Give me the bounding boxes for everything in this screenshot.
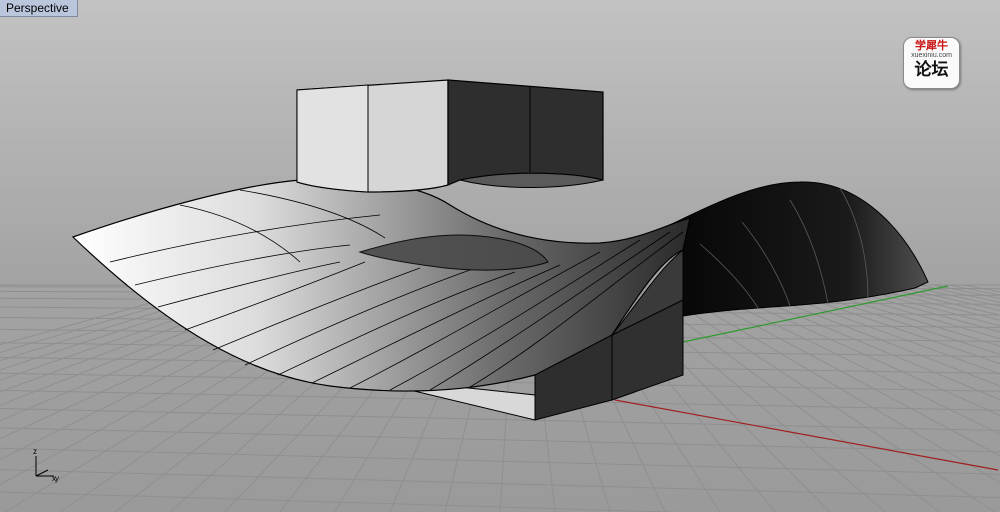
axis-z-label: z — [33, 447, 37, 456]
model-scene[interactable] — [0, 0, 1000, 512]
axis-y-label: y — [55, 474, 59, 483]
watermark-logo: 学犀牛 xuexiniu.com 论坛 — [903, 37, 960, 89]
watermark-url: xuexiniu.com — [911, 52, 952, 59]
perspective-viewport[interactable]: Perspective 学犀牛 xuexiniu.com 论坛 z x y — [0, 0, 1000, 512]
viewport-title-tab[interactable]: Perspective — [0, 0, 78, 17]
watermark-line1: 学犀牛 — [915, 39, 948, 52]
floating-box — [296, 79, 604, 193]
axis-orientation-icon: z x y — [33, 447, 59, 483]
watermark-line3: 论坛 — [914, 60, 949, 80]
